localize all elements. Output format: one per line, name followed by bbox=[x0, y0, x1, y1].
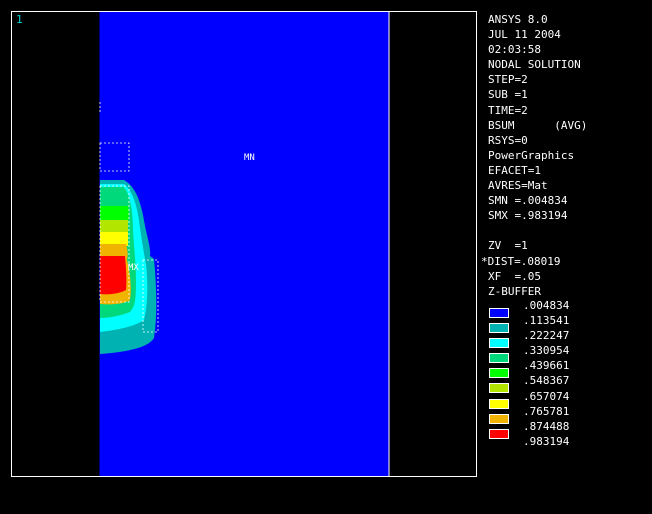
info-step: STEP=2 bbox=[488, 73, 528, 87]
contour-band-6 bbox=[100, 232, 128, 246]
legend-value: .657074 bbox=[523, 389, 570, 403]
legend-value: .765781 bbox=[523, 404, 570, 418]
legend-value: .874488 bbox=[523, 419, 570, 433]
info-rsys: RSYS=0 bbox=[488, 133, 528, 147]
legend-swatch bbox=[489, 398, 509, 409]
info-sub: SUB =1 bbox=[488, 88, 528, 102]
graphics-viewport[interactable]: MN MX 1 bbox=[11, 11, 477, 477]
info-date: JUL 11 2004 bbox=[488, 28, 561, 42]
legend-swatch bbox=[489, 383, 509, 394]
info-product: ANSYS 8.0 bbox=[488, 13, 548, 26]
info-smx: SMX =.983194 bbox=[488, 209, 568, 223]
legend-swatch bbox=[489, 368, 509, 379]
info-solution: NODAL SOLUTION bbox=[488, 58, 581, 72]
info-avres: AVRES=Mat bbox=[488, 179, 548, 193]
legend-swatch bbox=[489, 353, 509, 364]
legend-value: .548367 bbox=[523, 374, 570, 388]
contour-band-5 bbox=[100, 220, 128, 234]
info-zbuffer: Z-BUFFER bbox=[488, 284, 541, 298]
info-graphics: PowerGraphics bbox=[488, 148, 575, 162]
info-time: 02:03:58 bbox=[488, 43, 541, 57]
info-smn: SMN =.004834 bbox=[488, 194, 568, 208]
info-time-value: TIME=2 bbox=[488, 103, 528, 117]
legend-value: .330954 bbox=[523, 344, 570, 358]
info-efacet: EFACET=1 bbox=[488, 163, 541, 177]
contour-band-8 bbox=[100, 256, 127, 295]
window-number: 1 bbox=[16, 13, 23, 26]
legend-swatch bbox=[489, 413, 509, 424]
contour-band-4 bbox=[100, 206, 129, 222]
info-dist: *DIST=.08019 bbox=[481, 254, 561, 268]
info-item: BSUM (AVG) bbox=[488, 118, 588, 132]
min-label: MN bbox=[244, 153, 255, 163]
contour-plot: MN MX bbox=[99, 12, 390, 476]
legend-value: .113541 bbox=[523, 314, 570, 328]
legend-value: .983194 bbox=[523, 434, 570, 448]
info-zv: ZV =1 bbox=[488, 239, 528, 253]
legend-swatch bbox=[489, 323, 509, 334]
info-panel: ANSYS 8.0 JUL 11 2004 02:03:58 NODAL SOL… bbox=[481, 12, 648, 299]
legend-swatch bbox=[489, 428, 509, 439]
legend-swatch bbox=[489, 338, 509, 349]
legend-value: .004834 bbox=[523, 299, 570, 312]
legend-value: .439661 bbox=[523, 359, 570, 373]
max-label: MX bbox=[128, 263, 139, 273]
legend-value: .222247 bbox=[523, 329, 570, 343]
info-xf: XF =.05 bbox=[488, 269, 541, 283]
legend-swatch bbox=[489, 308, 509, 318]
